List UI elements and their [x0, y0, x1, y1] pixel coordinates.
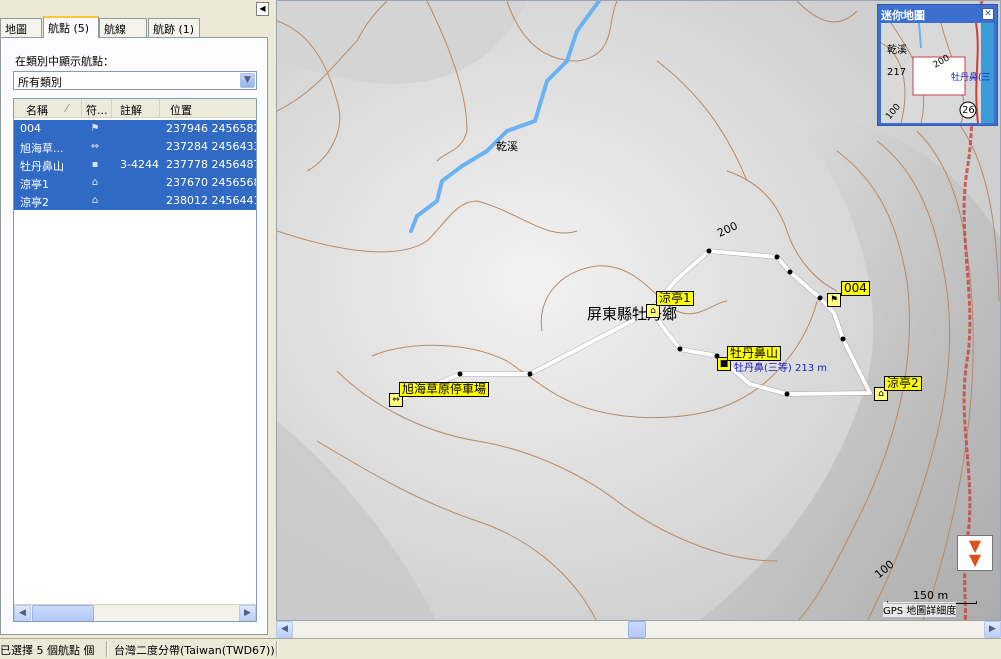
shelter-icon[interactable]: ⌂ [646, 304, 660, 318]
shelter-icon: ⌂ [91, 195, 99, 206]
scroll-right-icon[interactable]: ▶ [984, 621, 1001, 638]
column-header-name[interactable]: 名稱 ⁄ [14, 99, 82, 117]
table-row[interactable]: 涼亭1 ⌂ 237670 2456568 [14, 174, 256, 192]
close-icon[interactable]: ✕ [982, 8, 994, 20]
mini-map-view[interactable]: 乾溪 217 200 牡丹鼻(三 26 100 [881, 23, 994, 123]
scroll-right-icon[interactable]: ▶ [239, 605, 256, 621]
waypoint-list: 名稱 ⁄ 符... 註解 位置 004 ⚑ 237946 2456582 旭海草.… [13, 98, 257, 622]
mini-peak-label: 牡丹鼻(三 [951, 73, 991, 83]
category-filter-label: 在類別中顯示航點： [15, 55, 114, 68]
list-header: 名稱 ⁄ 符... 註解 位置 [14, 99, 256, 118]
tab-bar: 地圖 航點 (5) 航線 航跡 (1) [0, 16, 268, 38]
selection-status: 已選擇 5 個航點 個 [0, 644, 95, 657]
waypoints-tab-page: 在類別中顯示航點： 所有類別 ▼ 名稱 ⁄ 符... 註解 位置 004 ⚑ 23… [0, 37, 268, 635]
creek-label: 乾溪 [496, 140, 518, 153]
scale-bar: 150 m GPS 地圖詳細度 [883, 589, 978, 617]
flag-icon: ⚑ [90, 123, 100, 134]
parking-icon: ⇔ [90, 141, 100, 152]
scroll-left-icon[interactable]: ◀ [276, 621, 293, 638]
column-header-position[interactable]: 位置 [160, 99, 256, 117]
waypoint-name: 旭海草... [20, 142, 64, 155]
waypoint-position: 237670 2456568 [166, 176, 257, 189]
scroll-thumb[interactable] [32, 605, 94, 621]
tab-map[interactable]: 地圖 [0, 18, 42, 38]
flag-icon[interactable]: ⚑ [827, 293, 841, 307]
waypoint-comment: 3-4244 [120, 158, 159, 171]
region-label: 屏東縣牡丹鄉 [587, 305, 678, 323]
waypoint-label-pavilion1[interactable]: 涼亭1 [656, 291, 694, 306]
sort-icon: ⁄ [66, 102, 68, 115]
tab-tracks[interactable]: 航跡 (1) [148, 18, 200, 38]
summit-icon: ▪ [91, 159, 99, 170]
tab-routes[interactable]: 航線 [99, 18, 147, 38]
mini-map: 迷你地圖 ✕ 乾溪 217 200 牡丹鼻(三 26 100 [877, 4, 998, 126]
waypoint-name: 004 [20, 122, 41, 135]
map-scroll-thumb[interactable] [628, 621, 646, 638]
waypoint-position: 238012 2456441 [166, 194, 257, 207]
mini-elev-label: 217 [887, 67, 907, 78]
table-row[interactable]: 牡丹鼻山 ▪ 3-4244 237778 2456487 [14, 156, 256, 174]
collapse-panel-button[interactable]: ◀ [256, 2, 269, 16]
map-horizontal-scrollbar[interactable]: ◀ ▶ [276, 621, 1001, 638]
status-divider [106, 641, 108, 657]
status-bar: 已選擇 5 個航點 個 台灣二度分帶(Taiwan(TWD67)) [0, 638, 1001, 659]
chevron-down-icon[interactable]: ▼ [240, 73, 255, 88]
table-row[interactable]: 旭海草... ⇔ 237284 2456433 [14, 138, 256, 156]
waypoint-name: 涼亭1 [20, 178, 49, 191]
scale-caption: GPS 地圖詳細度 [883, 602, 957, 617]
shelter-icon: ⌂ [91, 177, 99, 188]
mini-map-title: 迷你地圖 [881, 9, 925, 22]
peak-note: 牡丹鼻(三等) 213 m [734, 363, 827, 374]
waypoint-position: 237778 2456487 [166, 158, 257, 171]
status-divider [276, 641, 278, 657]
column-header-symbol[interactable]: 符... [82, 99, 112, 117]
mini-road-label: 26 [962, 105, 975, 116]
scroll-left-icon[interactable]: ◀ [14, 605, 31, 621]
category-select-value: 所有類別 [18, 76, 62, 89]
map-view[interactable]: 乾溪 屏東縣牡丹鄉 200 100 ⚑ 004 ⌂ 涼亭1 ⌂ 涼亭2 ■ 牡丹… [276, 0, 1001, 621]
waypoint-label-parking[interactable]: 旭海草原停車場 [399, 382, 490, 397]
page-down-button[interactable]: ▼ ▼ [957, 535, 993, 571]
waypoint-label-004[interactable]: 004 [841, 281, 870, 296]
waypoint-name: 牡丹鼻山 [20, 160, 64, 173]
waypoint-position: 237946 2456582 [166, 122, 257, 135]
waypoint-label-pavilion2[interactable]: 涼亭2 [884, 376, 922, 391]
waypoints-panel: ◀ 地圖 航點 (5) 航線 航跡 (1) 在類別中顯示航點： 所有類別 ▼ 名… [0, 0, 271, 637]
waypoint-position: 237284 2456433 [166, 140, 257, 153]
column-header-comment[interactable]: 註解 [112, 99, 160, 117]
tab-waypoints[interactable]: 航點 (5) [43, 16, 99, 38]
list-horizontal-scrollbar[interactable]: ◀ ▶ [14, 604, 256, 621]
datum-status: 台灣二度分帶(Taiwan(TWD67)) [114, 644, 275, 657]
table-row[interactable]: 涼亭2 ⌂ 238012 2456441 [14, 192, 256, 210]
table-row[interactable]: 004 ⚑ 237946 2456582 [14, 120, 256, 138]
waypoint-name: 涼亭2 [20, 196, 49, 209]
mini-creek-label: 乾溪 [887, 45, 907, 56]
category-select[interactable]: 所有類別 ▼ [13, 71, 257, 90]
